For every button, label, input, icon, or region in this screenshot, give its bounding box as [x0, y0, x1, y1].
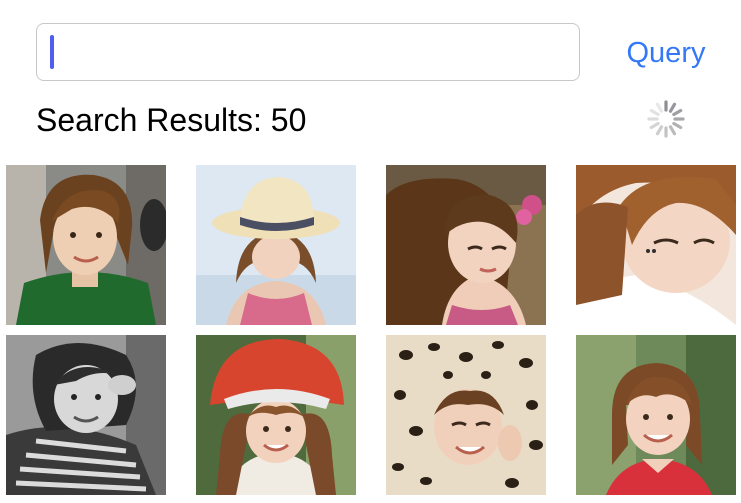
result-thumbnail[interactable] [6, 335, 166, 495]
result-thumbnail[interactable] [196, 335, 356, 495]
result-thumbnail[interactable] [386, 165, 546, 325]
result-thumbnail[interactable] [386, 335, 546, 495]
results-grid [0, 0, 741, 503]
result-thumbnail[interactable] [576, 335, 736, 495]
result-thumbnail[interactable] [196, 165, 356, 325]
result-thumbnail[interactable] [576, 165, 736, 325]
result-thumbnail[interactable] [6, 165, 166, 325]
